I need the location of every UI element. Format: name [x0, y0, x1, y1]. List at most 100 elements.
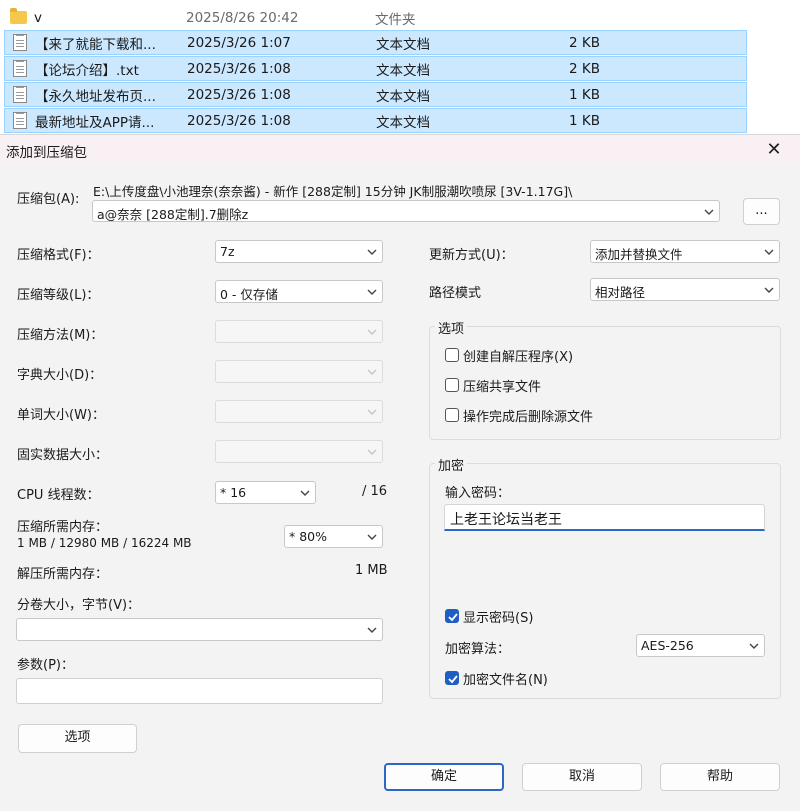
shared-files-label: 压缩共享文件: [463, 380, 542, 395]
dialog-titlebar: 添加到压缩包 ✕: [0, 135, 800, 165]
algorithm-label: 加密算法：: [445, 642, 511, 657]
file-type: 文本文档: [376, 114, 430, 131]
word-label: 单词大小(W)：: [17, 408, 105, 423]
format-label: 压缩格式(F)：: [17, 248, 100, 263]
file-list: v 2025/8/26 20:42 文件夹 【来了就能下载和... 2025/3…: [0, 0, 800, 134]
file-row[interactable]: 【论坛介绍】.txt 2025/3/26 1:08 文本文档 2 KB: [4, 56, 747, 81]
file-type: 文件夹: [375, 11, 416, 28]
chevron-down-icon: [300, 490, 310, 496]
chevron-down-icon: [367, 249, 377, 255]
update-mode-select[interactable]: 添加并替换文件: [590, 240, 780, 263]
level-select[interactable]: 0 - 仅存储: [215, 280, 383, 303]
chevron-down-icon: [367, 409, 377, 415]
chevron-down-icon: [749, 643, 759, 649]
params-input[interactable]: [16, 678, 383, 704]
cpu-label: CPU 线程数：: [17, 488, 100, 503]
dict-select: [215, 360, 383, 383]
checkmark-icon: [448, 613, 458, 622]
password-input[interactable]: 上老王论坛当老王: [444, 504, 765, 531]
level-label: 压缩等级(L)：: [17, 288, 100, 303]
file-size: 2 KB: [569, 60, 600, 77]
algorithm-select[interactable]: AES-256: [636, 634, 765, 657]
method-select: [215, 320, 383, 343]
file-date: 2025/3/26 1:08: [187, 60, 291, 77]
file-type: 文本文档: [376, 62, 430, 79]
dialog-title: 添加到压缩包: [6, 145, 87, 161]
chevron-down-icon: [764, 287, 774, 293]
chevron-down-icon: [367, 534, 377, 540]
update-mode-value: 添加并替换文件: [595, 247, 683, 262]
algorithm-value: AES-256: [641, 638, 694, 653]
delete-source-checkbox[interactable]: [445, 408, 459, 422]
path-mode-select[interactable]: 相对路径: [590, 278, 780, 301]
password-label: 输入密码：: [445, 486, 511, 501]
chevron-down-icon: [764, 249, 774, 255]
file-size: 2 KB: [569, 34, 600, 51]
solid-label: 固实数据大小：: [17, 448, 109, 463]
close-icon[interactable]: ✕: [762, 138, 786, 162]
help-button[interactable]: 帮助: [660, 763, 780, 791]
chevron-down-icon: [367, 627, 377, 633]
chevron-down-icon: [367, 369, 377, 375]
shared-files-checkbox[interactable]: [445, 378, 459, 392]
archive-name-value: a@奈奈 [288定制].7删除z: [97, 207, 249, 222]
archive-path: E:\上传度盘\小池理奈(奈奈酱) - 新作 [288定制] 15分钟 JK制服…: [93, 184, 573, 199]
file-row[interactable]: 【永久地址发布页... 2025/3/26 1:08 文本文档 1 KB: [4, 82, 747, 107]
sfx-label: 创建自解压程序(X): [463, 350, 574, 365]
update-mode-label: 更新方式(U)：: [429, 248, 514, 263]
options-group-title: 选项: [435, 318, 468, 337]
folder-icon: [10, 8, 28, 26]
delete-source-label: 操作完成后删除源文件: [463, 410, 594, 425]
cancel-button[interactable]: 取消: [522, 763, 642, 791]
encrypt-names-label: 加密文件名(N): [463, 673, 548, 688]
cpu-threads-select[interactable]: * 16: [215, 481, 316, 504]
word-select: [215, 400, 383, 423]
checkmark-icon: [448, 675, 458, 684]
file-row[interactable]: 【来了就能下载和... 2025/3/26 1:07 文本文档 2 KB: [4, 30, 747, 55]
file-name: 【论坛介绍】.txt: [35, 62, 139, 79]
solid-select: [215, 440, 383, 463]
dict-label: 字典大小(D)：: [17, 368, 103, 383]
file-type: 文本文档: [376, 88, 430, 105]
file-size: 1 KB: [569, 86, 600, 103]
browse-button[interactable]: ...: [743, 198, 780, 225]
path-mode-label: 路径模式: [429, 286, 482, 301]
file-date: 2025/8/26 20:42: [186, 9, 299, 26]
file-row-folder[interactable]: v 2025/8/26 20:42 文件夹: [4, 5, 747, 30]
mem-percent-value: * 80%: [289, 529, 328, 544]
params-label: 参数(P)：: [17, 658, 74, 673]
show-password-checkbox[interactable]: [445, 609, 459, 623]
file-date: 2025/3/26 1:08: [187, 112, 291, 129]
mem-compress-label: 压缩所需内存：: [17, 520, 109, 535]
chevron-down-icon: [704, 209, 714, 215]
show-password-label: 显示密码(S): [463, 611, 534, 626]
chevron-down-icon: [367, 329, 377, 335]
password-value: 上老王论坛当老王: [450, 512, 562, 528]
file-date: 2025/3/26 1:07: [187, 34, 291, 51]
chevron-down-icon: [367, 289, 377, 295]
file-name: 【来了就能下载和...: [35, 36, 156, 53]
format-value: 7z: [220, 244, 235, 259]
archive-name-combo[interactable]: a@奈奈 [288定制].7删除z: [92, 200, 720, 222]
volume-size-combo[interactable]: [16, 618, 383, 641]
ok-button[interactable]: 确定: [384, 763, 504, 791]
cpu-threads-value: * 16: [220, 485, 247, 500]
text-file-icon: [11, 60, 29, 78]
file-row[interactable]: 最新地址及APP请... 2025/3/26 1:08 文本文档 1 KB: [4, 108, 747, 133]
path-mode-value: 相对路径: [595, 285, 646, 300]
file-size: 1 KB: [569, 112, 600, 129]
options-button[interactable]: 选项: [18, 724, 137, 753]
archive-label: 压缩包(A):: [17, 192, 80, 207]
format-select[interactable]: 7z: [215, 240, 383, 263]
chevron-down-icon: [367, 449, 377, 455]
file-name: 最新地址及APP请...: [35, 114, 155, 131]
file-type: 文本文档: [376, 36, 430, 53]
encrypt-names-checkbox[interactable]: [445, 671, 459, 685]
sfx-checkbox[interactable]: [445, 348, 459, 362]
mem-percent-select[interactable]: * 80%: [284, 525, 383, 548]
file-date: 2025/3/26 1:08: [187, 86, 291, 103]
add-to-archive-dialog: 添加到压缩包 ✕ 压缩包(A): E:\上传度盘\小池理奈(奈奈酱) - 新作 …: [0, 134, 800, 811]
file-name: v: [34, 9, 42, 26]
method-label: 压缩方法(M)：: [17, 328, 104, 343]
volume-label: 分卷大小，字节(V)：: [17, 598, 141, 613]
